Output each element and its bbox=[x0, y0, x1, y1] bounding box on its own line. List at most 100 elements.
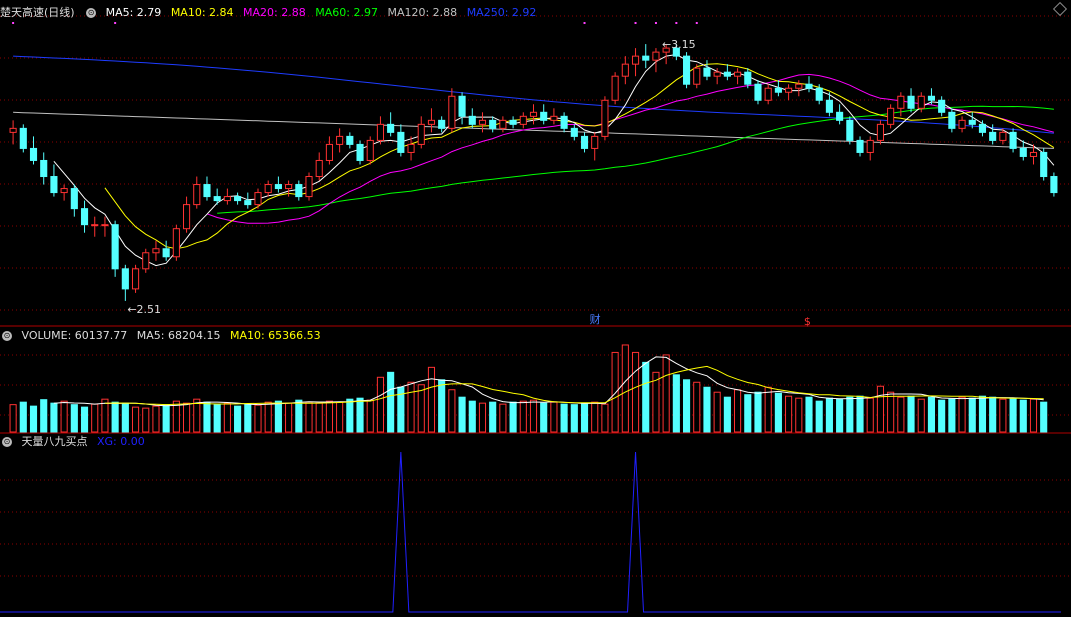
candle-body bbox=[550, 115, 558, 121]
candle-body bbox=[519, 115, 527, 125]
candle-body bbox=[274, 184, 282, 190]
volume-bar bbox=[519, 400, 527, 433]
volume-bar bbox=[642, 361, 650, 433]
volume-bar bbox=[764, 386, 772, 433]
candle-body bbox=[693, 67, 701, 85]
volume-bar bbox=[540, 402, 548, 433]
low-price-label: ←2.51 bbox=[127, 303, 161, 316]
candle-body bbox=[509, 119, 517, 125]
candle-body bbox=[907, 95, 915, 109]
candle-body bbox=[203, 184, 211, 198]
top-tick-mark bbox=[583, 22, 586, 24]
event-marker-s: $ bbox=[804, 315, 811, 328]
volume-bar bbox=[631, 351, 640, 433]
volume-label: VOLUME: 60137.77 bbox=[21, 329, 128, 342]
price-panel-header: 楚天高速(日线) ⊙ MA5: 2.79 MA10: 2.84 MA20: 2.… bbox=[0, 5, 542, 21]
volume-bar bbox=[223, 402, 231, 433]
candle-body bbox=[764, 87, 772, 101]
volume-bar bbox=[744, 394, 752, 433]
volume-bar bbox=[9, 404, 17, 433]
candle-body bbox=[734, 71, 742, 77]
candle-body bbox=[376, 123, 385, 141]
indicator-name[interactable]: 天量八九买点 bbox=[22, 435, 88, 448]
volume-bar bbox=[938, 399, 946, 433]
volume-bar bbox=[601, 403, 609, 433]
volume-bar bbox=[264, 401, 272, 433]
candle-body bbox=[60, 188, 68, 194]
candle-body bbox=[815, 87, 823, 101]
candle-body bbox=[142, 252, 150, 270]
volume-bar bbox=[785, 395, 793, 433]
candle-body bbox=[468, 115, 476, 125]
volume-bar bbox=[774, 392, 782, 433]
volume-settings-icon[interactable]: ⊙ bbox=[2, 331, 12, 341]
volume-bar bbox=[734, 389, 742, 433]
volume-bar bbox=[927, 396, 936, 433]
volume-bar bbox=[570, 404, 578, 433]
volume-bar bbox=[29, 405, 38, 433]
volume-bar bbox=[295, 399, 303, 433]
volume-bar bbox=[978, 395, 987, 433]
volume-bar bbox=[723, 396, 731, 433]
candle-body bbox=[948, 111, 956, 129]
candle-body bbox=[448, 95, 456, 129]
volume-bar bbox=[417, 384, 425, 433]
candle-body bbox=[223, 196, 231, 202]
candle-body bbox=[529, 111, 538, 117]
vol-ma10-label: MA10: 65366.53 bbox=[229, 329, 321, 342]
volume-bar bbox=[131, 406, 140, 433]
candle-body bbox=[244, 200, 252, 206]
volume-bar bbox=[407, 381, 415, 433]
period-label[interactable]: (日线) bbox=[44, 6, 75, 19]
volume-bar bbox=[713, 391, 721, 433]
candle-body bbox=[591, 135, 599, 149]
candle-body bbox=[938, 99, 946, 113]
candle-body bbox=[111, 224, 119, 270]
top-tick-mark bbox=[114, 22, 117, 24]
stock-name[interactable]: 楚天高速 bbox=[0, 6, 44, 19]
settings-dot-icon[interactable]: ⊙ bbox=[86, 8, 97, 18]
volume-bar bbox=[19, 401, 27, 433]
candle-body bbox=[417, 123, 425, 145]
top-tick-mark bbox=[12, 22, 15, 24]
volume-bar bbox=[917, 398, 925, 433]
volume-bar bbox=[1029, 398, 1038, 433]
xg-signal-line bbox=[0, 451, 1061, 613]
volume-panel-header: ⊙ VOLUME: 60137.77 MA5: 68204.15 MA10: 6… bbox=[0, 328, 327, 344]
volume-bar bbox=[529, 399, 538, 433]
volume-bar bbox=[805, 396, 813, 433]
volume-bar bbox=[897, 396, 905, 433]
volume-bar bbox=[509, 401, 517, 433]
candle-body bbox=[1019, 147, 1027, 157]
top-tick-mark bbox=[675, 22, 678, 24]
candle-body bbox=[152, 248, 160, 254]
candle-body bbox=[825, 99, 833, 113]
volume-bar bbox=[591, 401, 599, 433]
candle-body bbox=[80, 208, 89, 226]
volume-bar bbox=[234, 405, 242, 433]
volume-bar bbox=[468, 400, 476, 433]
volume-bar bbox=[499, 403, 507, 433]
candle-body bbox=[70, 188, 78, 210]
volume-bar bbox=[366, 399, 374, 433]
indicator-settings-icon[interactable]: ⊙ bbox=[2, 437, 12, 447]
vol-ma5-label: MA5: 68204.15 bbox=[136, 329, 221, 342]
volume-bar bbox=[438, 379, 446, 433]
ma5-line bbox=[53, 53, 1055, 267]
ma120-label: MA120: 2.88 bbox=[387, 6, 458, 19]
candle-body bbox=[652, 51, 660, 61]
candle-body bbox=[387, 123, 395, 133]
candle-body bbox=[601, 99, 609, 137]
volume-bar bbox=[621, 344, 629, 433]
candle-body bbox=[397, 131, 405, 153]
volume-bar bbox=[142, 407, 150, 433]
volume-bar bbox=[958, 396, 966, 433]
top-tick-mark bbox=[695, 22, 698, 24]
volume-bar bbox=[183, 402, 191, 433]
candle-body bbox=[989, 131, 997, 141]
candle-body bbox=[682, 55, 691, 85]
volume-bar bbox=[836, 398, 844, 433]
volume-bar bbox=[560, 403, 568, 433]
chart-stage: ←3.15 ←2.51 财 $ bbox=[0, 15, 1071, 613]
candle-body bbox=[887, 107, 895, 125]
